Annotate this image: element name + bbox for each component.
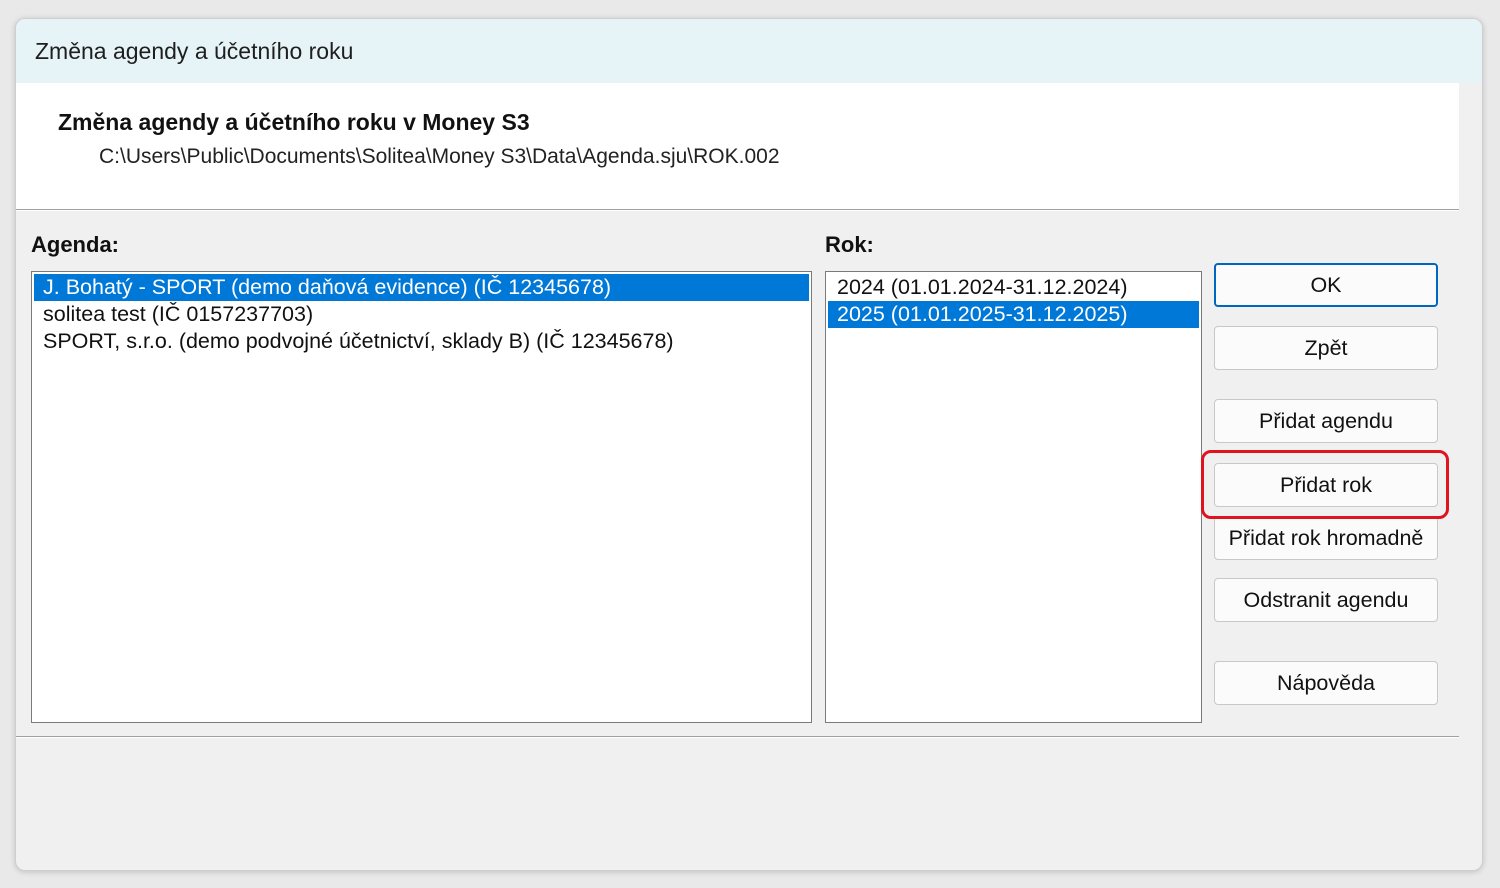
add-year-bulk-button[interactable]: Přidat rok hromadně <box>1214 516 1438 560</box>
window-title: Změna agendy a účetního roku <box>35 38 354 64</box>
highlight-annotation <box>1201 450 1449 519</box>
header-title: Změna agendy a účetního roku v Money S3 <box>58 109 530 135</box>
footer-separator <box>16 736 1459 738</box>
dialog-window: Změna agendy a účetního roku Změna agend… <box>15 18 1483 871</box>
back-button[interactable]: Zpět <box>1214 326 1438 370</box>
agenda-list-item[interactable]: J. Bohatý - SPORT (demo daňová evidence)… <box>34 274 809 301</box>
rok-list-item[interactable]: 2024 (01.01.2024-31.12.2024) <box>828 274 1199 301</box>
remove-agenda-button[interactable]: Odstranit agendu <box>1214 578 1438 622</box>
ok-button[interactable]: OK <box>1214 263 1438 307</box>
agenda-listbox[interactable]: J. Bohatý - SPORT (demo daňová evidence)… <box>31 271 812 723</box>
agenda-path: C:\Users\Public\Documents\Solitea\Money … <box>99 145 780 168</box>
header-separator <box>16 209 1459 211</box>
rok-label: Rok: <box>825 232 874 257</box>
dialog-header: Změna agendy a účetního roku v Money S3 … <box>16 83 1459 210</box>
add-agenda-button[interactable]: Přidat agendu <box>1214 399 1438 443</box>
rok-listbox[interactable]: 2024 (01.01.2024-31.12.2024) 2025 (01.01.… <box>825 271 1202 723</box>
rok-list-item[interactable]: 2025 (01.01.2025-31.12.2025) <box>828 301 1199 328</box>
title-bar[interactable]: Změna agendy a účetního roku <box>16 19 1482 83</box>
agenda-label: Agenda: <box>31 232 119 257</box>
agenda-list-item[interactable]: SPORT, s.r.o. (demo podvojné účetnictví,… <box>34 328 809 355</box>
help-button[interactable]: Nápověda <box>1214 661 1438 705</box>
agenda-list-item[interactable]: solitea test (IČ 0157237703) <box>34 301 809 328</box>
